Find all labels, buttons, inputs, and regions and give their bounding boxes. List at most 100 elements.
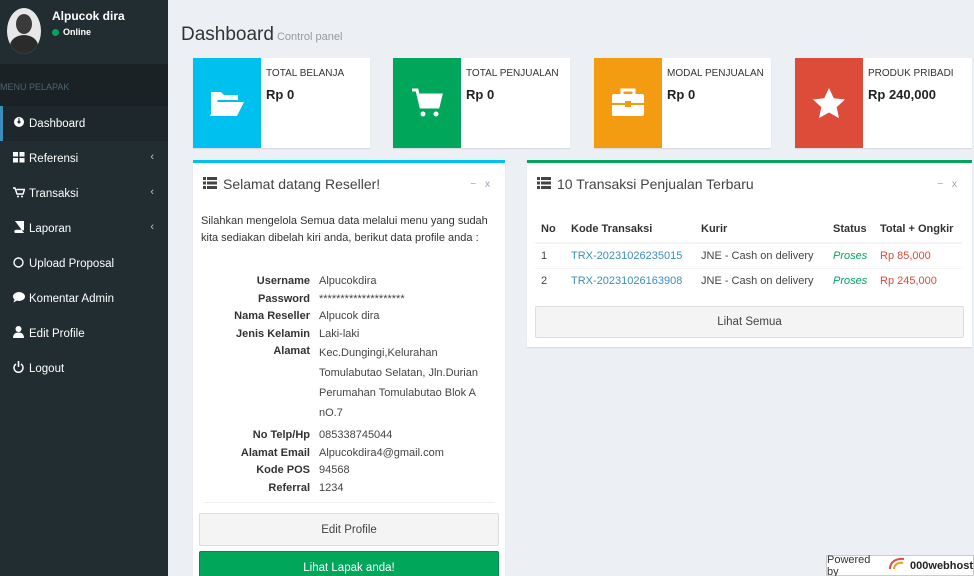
user-status-label: Online [63, 27, 92, 37]
profile-key: Alamat Email [240, 446, 310, 459]
profile-row: Alamat Email Alpucokdira4@gmail.com [193, 445, 499, 463]
user-panel: Alpucok dira Online [0, 0, 168, 64]
info-box-value: Rp 0 [667, 87, 696, 102]
powered-by-badge[interactable]: Powered by 000webhost [826, 553, 974, 576]
cell-status: Proses [827, 267, 874, 293]
powered-by-text: Powered by [827, 553, 871, 576]
transactions-table: No Kode Transaksi Kurir Status Total + O… [535, 215, 962, 293]
book-icon [13, 220, 29, 236]
profile-row: Password ******************** [193, 291, 499, 309]
profile-value: 1234 [319, 481, 344, 494]
info-box-produk-pribadi: PRODUK PRIBADI Rp 240,000 [795, 58, 972, 148]
transactions-panel: 10 Transaksi Penjualan Terbaru − x No Ko… [527, 160, 972, 347]
panel-title-text: Selamat datang Reseller! [223, 176, 381, 192]
divider [203, 502, 495, 503]
profile-key: Referral [268, 481, 310, 494]
sidebar-item-komentar-admin[interactable]: Komentar Admin [0, 281, 168, 316]
shopping-cart-icon [393, 58, 461, 148]
profile-value: Kec.Dungingi,Kelurahan Tomulabutao Selat… [319, 347, 478, 419]
column-header: Status [827, 215, 874, 244]
list-icon [203, 176, 217, 192]
transaction-link[interactable]: TRX-20231026163908 [571, 275, 682, 287]
table-header-row: No Kode Transaksi Kurir Status Total + O… [535, 215, 962, 244]
grid-icon [13, 151, 29, 166]
profile-row: No Telp/Hp 085338745044 [193, 427, 499, 445]
chevron-left-icon: ‹ [150, 151, 154, 163]
powered-by-brand: 000webhost [910, 559, 973, 572]
power-icon [13, 361, 29, 376]
cell-total: Rp 245,000 [874, 267, 962, 293]
sidebar-item-laporan[interactable]: Laporan ‹ [0, 211, 168, 246]
sidebar-item-label: Edit Profile [29, 327, 85, 340]
info-box-label: TOTAL BELANJA [266, 68, 345, 79]
profile-value: ******************** [319, 292, 405, 305]
cell-status: Proses [827, 242, 874, 268]
table-row: 2 TRX-20231026163908 JNE - Cash on deliv… [535, 267, 962, 293]
webhost-logo-icon [888, 557, 906, 574]
sidebar: Alpucok dira Online MENU PELAPAK Dashboa… [0, 0, 168, 576]
page-subtitle: Control panel [276, 31, 343, 43]
sidebar-item-logout[interactable]: Logout [0, 351, 168, 386]
column-header: Kode Transaksi [565, 215, 695, 244]
profile-key: Password [258, 292, 310, 305]
info-box-value: Rp 0 [266, 87, 295, 102]
panel-title-text: 10 Transaksi Penjualan Terbaru [557, 176, 754, 192]
user-name: Alpucok dira [52, 9, 125, 23]
sidebar-item-upload-proposal[interactable]: Upload Proposal [0, 246, 168, 281]
info-box-value: Rp 0 [466, 87, 495, 102]
view-lapak-button[interactable]: Lihat Lapak anda! [199, 551, 499, 576]
info-box-value: Rp 240,000 [868, 87, 936, 102]
profile-value: Alpucok dira [319, 310, 380, 322]
profile-key: No Telp/Hp [252, 429, 310, 441]
list-icon [537, 176, 551, 192]
edit-profile-button[interactable]: Edit Profile [199, 513, 499, 546]
cell-total: Rp 85,000 [874, 242, 962, 268]
welcome-text: Silahkan mengelola Semua data melalui me… [201, 215, 488, 244]
dashboard-icon [13, 116, 29, 131]
page-title: Dashboard Control panel [181, 24, 342, 46]
profile-key: Nama Reseller [234, 310, 310, 322]
profile-key: Username [256, 275, 310, 287]
profile-value: 94568 [319, 464, 350, 476]
cell-no: 2 [535, 267, 565, 293]
profile-table: Username Alpucokdira Password *************… [193, 273, 499, 497]
info-box-label: PRODUK PRIBADI [868, 68, 954, 79]
sidebar-item-dashboard[interactable]: Dashboard [0, 106, 168, 141]
panel-tools[interactable]: − x [470, 179, 493, 190]
info-box-total-belanja: TOTAL BELANJA Rp 0 [193, 58, 370, 148]
cell-kurir: JNE - Cash on delivery [695, 242, 827, 268]
sidebar-item-edit-profile[interactable]: Edit Profile [0, 316, 168, 351]
panel-tools[interactable]: − x [937, 179, 960, 190]
profile-row: Referral 1234 [193, 480, 499, 498]
sidebar-item-referensi[interactable]: Referensi ‹ [0, 141, 168, 176]
cart-icon [13, 186, 29, 201]
column-header: No [535, 215, 565, 244]
menu-header: MENU PELAPAK [0, 64, 168, 106]
info-box-total-penjualan: TOTAL PENJUALAN Rp 0 [393, 58, 570, 148]
profile-row: Alamat Kec.Dungingi,Kelurahan Tomulabutao… [193, 343, 499, 423]
cell-kurir: JNE - Cash on delivery [695, 267, 827, 293]
page-title-text: Dashboard [181, 24, 274, 45]
transaction-link[interactable]: TRX-20231026235015 [571, 250, 682, 262]
panel-title: Selamat datang Reseller! [203, 176, 380, 192]
circle-icon [13, 256, 29, 271]
chevron-left-icon: ‹ [150, 221, 154, 233]
sidebar-item-label: Referensi [29, 152, 79, 165]
table-row: 1 TRX-20231026235015 JNE - Cash on deliv… [535, 242, 962, 268]
info-box-modal-penjualan: MODAL PENJUALAN Rp 0 [594, 58, 771, 148]
sidebar-item-label: Transaksi [29, 187, 79, 200]
column-header: Kurir [695, 215, 827, 244]
panel-title: 10 Transaksi Penjualan Terbaru [537, 176, 754, 192]
profile-row: Username Alpucokdira [193, 273, 499, 291]
view-all-button[interactable]: Lihat Semua [535, 306, 964, 338]
sidebar-item-transaksi[interactable]: Transaksi ‹ [0, 176, 168, 211]
profile-value: Alpucokdira4@gmail.com [319, 446, 444, 459]
briefcase-icon [594, 58, 662, 148]
info-box-label: MODAL PENJUALAN [667, 68, 764, 79]
sidebar-item-label: Dashboard [29, 117, 86, 130]
info-box-label: TOTAL PENJUALAN [466, 68, 559, 79]
welcome-panel: Selamat datang Reseller! − x Silahkan me… [193, 160, 505, 576]
sidebar-item-label: Laporan [29, 222, 72, 235]
cell-no: 1 [535, 242, 565, 268]
chevron-left-icon: ‹ [150, 186, 154, 198]
